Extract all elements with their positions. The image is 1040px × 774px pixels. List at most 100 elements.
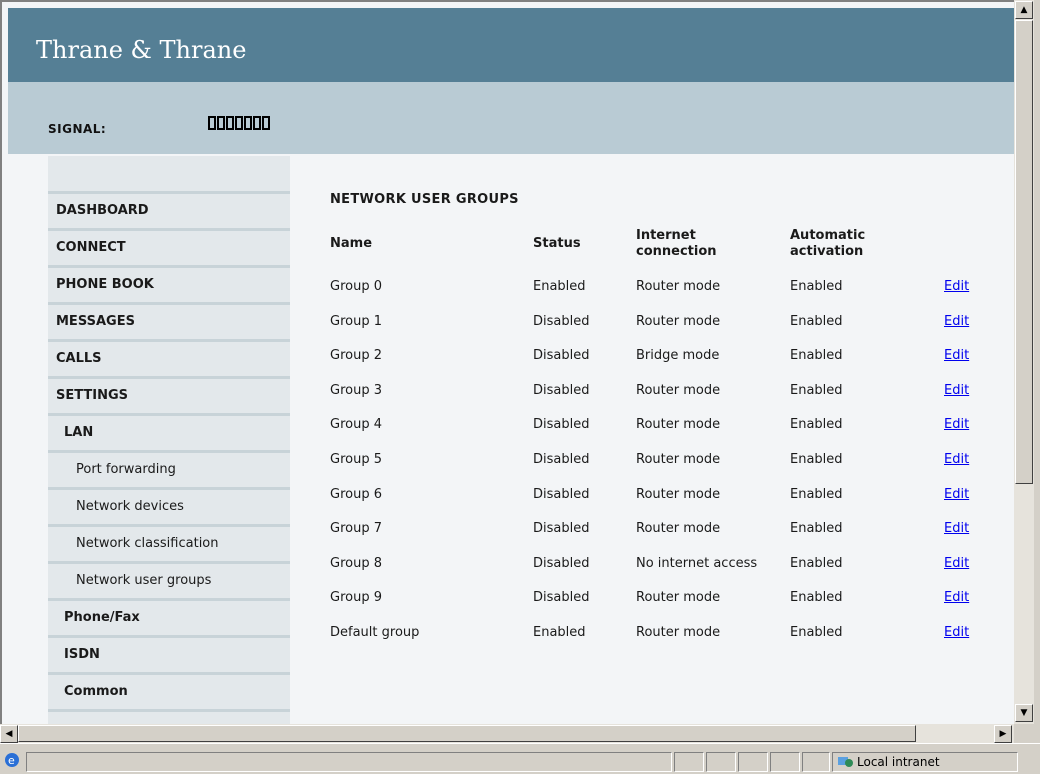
scrollbar-corner	[1014, 724, 1040, 743]
table-cell: Disabled	[533, 521, 590, 537]
edit-link[interactable]: Edit	[944, 521, 969, 536]
table-cell: Enabled	[790, 452, 843, 467]
sidebar-item-settings[interactable]: SETTINGS	[48, 376, 290, 413]
edit-link[interactable]: Edit	[944, 314, 969, 329]
horizontal-scrollbar[interactable]: ◀ ▶	[0, 724, 1014, 743]
table-cell: Disabled	[533, 417, 590, 433]
table-cell: Disabled	[533, 555, 590, 571]
table-cell: Enabled	[790, 590, 843, 606]
table-cell: Router mode	[636, 486, 721, 502]
browser-viewport: Thrane & Thrane SIGNAL: DASHBOARD CONNECT…	[0, 0, 1014, 724]
table-cell: Enabled	[790, 417, 843, 433]
table-cell: Enabled	[790, 348, 843, 364]
brand-logo: Thrane & Thrane	[36, 36, 247, 64]
table-cell: Group 1	[330, 313, 382, 329]
sidebar-item-connect[interactable]: CONNECT	[48, 228, 290, 265]
table-cell: Group 8	[330, 555, 382, 571]
sidebar-item-port-forwarding[interactable]: Port forwarding	[48, 450, 290, 487]
sidebar-item-network-user-groups[interactable]: Network user groups	[48, 561, 290, 598]
table-cell: Enabled	[790, 313, 843, 329]
sidebar-item-lan[interactable]: LAN	[48, 413, 290, 450]
sidebar-item-messages[interactable]: MESSAGES	[48, 302, 290, 339]
edit-link[interactable]: Edit	[944, 625, 969, 640]
sidebar-item-calls[interactable]: CALLS	[48, 339, 290, 376]
status-pane	[738, 752, 768, 772]
table-cell: Group 7	[330, 521, 382, 537]
table-cell: Group 5	[330, 452, 382, 467]
table-cell: Router mode	[636, 452, 721, 467]
table-cell: Disabled	[533, 348, 590, 364]
sidebar-item-network-classification[interactable]: Network classification	[48, 524, 290, 561]
signal-meter	[208, 116, 270, 130]
table-cell: Bridge mode	[636, 348, 720, 364]
table-cell: Router mode	[636, 279, 721, 294]
table-cell: Enabled	[790, 382, 843, 398]
status-pane	[674, 752, 704, 772]
edit-link[interactable]: Edit	[944, 556, 969, 571]
vertical-scroll-thumb[interactable]	[1015, 20, 1033, 484]
table-cell: Enabled	[790, 486, 843, 502]
column-header: Status	[533, 236, 581, 251]
sidebar-item-network-devices[interactable]: Network devices	[48, 487, 290, 524]
table-cell: Router mode	[636, 417, 721, 433]
table-cell: Disabled	[533, 313, 590, 329]
vertical-scrollbar[interactable]: ▲ ▼	[1014, 0, 1034, 724]
status-pane	[770, 752, 800, 772]
table-cell: Enabled	[790, 625, 843, 640]
table-cell: Group 0	[330, 279, 382, 294]
column-header: Name	[330, 236, 373, 251]
sidebar-item-common[interactable]: Common	[48, 672, 290, 709]
edit-link[interactable]: Edit	[944, 383, 969, 398]
table-cell: Router mode	[636, 625, 721, 640]
security-zone: Local intranet	[832, 752, 1018, 772]
column-header: Internet connection	[636, 228, 717, 259]
ie-page-icon: e	[4, 752, 26, 772]
status-text-pane	[26, 752, 672, 772]
table-cell: Enabled	[790, 521, 843, 537]
page-title: NETWORK USER GROUPS	[330, 192, 519, 207]
sidebar-nav: DASHBOARD CONNECT PHONE BOOK MESSAGES CALLS S…	[48, 156, 290, 724]
table-cell: Group 2	[330, 348, 382, 364]
signal-segment	[262, 116, 270, 130]
table-cell: Disabled	[533, 486, 590, 502]
sidebar-item-phone-fax[interactable]: Phone/Fax	[48, 598, 290, 635]
edit-link[interactable]: Edit	[944, 417, 969, 432]
sidebar-item-dashboard[interactable]: DASHBOARD	[48, 191, 290, 228]
table-cell: Group 4	[330, 417, 382, 433]
scroll-down-icon[interactable]: ▼	[1015, 704, 1033, 722]
table-cell: Group 9	[330, 590, 382, 606]
table-cell: Enabled	[790, 279, 843, 294]
table-cell: Enabled	[790, 555, 843, 571]
page-header: Thrane & Thrane	[8, 8, 1014, 82]
status-bar: e Local intranet	[0, 743, 1040, 774]
sidebar-item-phone-book[interactable]: PHONE BOOK	[48, 265, 290, 302]
horizontal-scroll-thumb[interactable]	[18, 725, 916, 742]
table-cell: Default group	[330, 625, 420, 640]
table-cell: Group 3	[330, 382, 382, 398]
edit-link[interactable]: Edit	[944, 487, 969, 502]
table-cell: No internet access	[636, 555, 758, 571]
table-cell: Enabled	[533, 279, 586, 294]
edit-link[interactable]: Edit	[944, 279, 969, 294]
signal-segment	[208, 116, 216, 130]
table-cell: Router mode	[636, 382, 721, 398]
scroll-right-icon[interactable]: ▶	[994, 725, 1012, 743]
table-cell: Group 6	[330, 486, 382, 502]
signal-label: SIGNAL:	[48, 122, 107, 136]
edit-link[interactable]: Edit	[944, 452, 969, 467]
edit-link[interactable]: Edit	[944, 590, 969, 605]
edit-link[interactable]: Edit	[944, 348, 969, 363]
signal-segment	[253, 116, 261, 130]
signal-segment	[226, 116, 234, 130]
sidebar-item-isdn[interactable]: ISDN	[48, 635, 290, 672]
status-pane	[802, 752, 830, 772]
security-zone-label: Local intranet	[857, 755, 940, 769]
svg-text:e: e	[8, 754, 15, 767]
scroll-up-icon[interactable]: ▲	[1015, 1, 1033, 19]
scroll-left-icon[interactable]: ◀	[0, 725, 18, 743]
signal-segment	[235, 116, 243, 130]
status-pane	[706, 752, 736, 772]
column-header: Automatic activation	[790, 228, 866, 259]
intranet-globe-icon	[837, 755, 853, 774]
table-cell: Router mode	[636, 590, 721, 606]
